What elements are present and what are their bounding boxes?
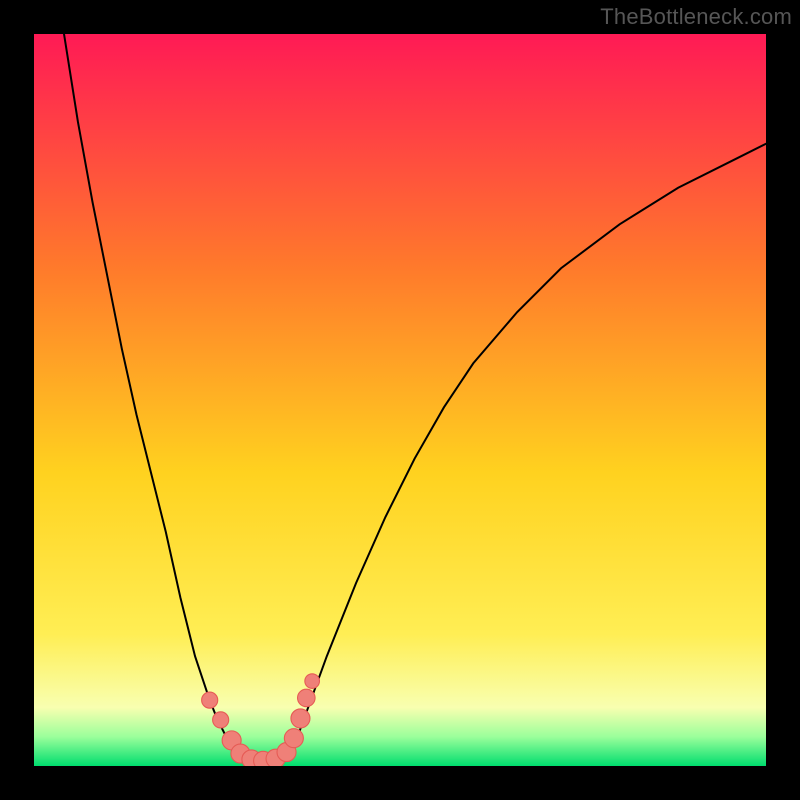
valley-marker xyxy=(298,689,316,707)
valley-marker xyxy=(202,692,218,708)
bottleneck-plot xyxy=(34,34,766,766)
watermark-text: TheBottleneck.com xyxy=(600,4,792,30)
valley-marker xyxy=(284,729,303,748)
valley-marker xyxy=(291,709,310,728)
plot-background xyxy=(34,34,766,766)
chart-frame: TheBottleneck.com xyxy=(0,0,800,800)
valley-marker xyxy=(305,674,320,689)
valley-marker xyxy=(213,712,229,728)
